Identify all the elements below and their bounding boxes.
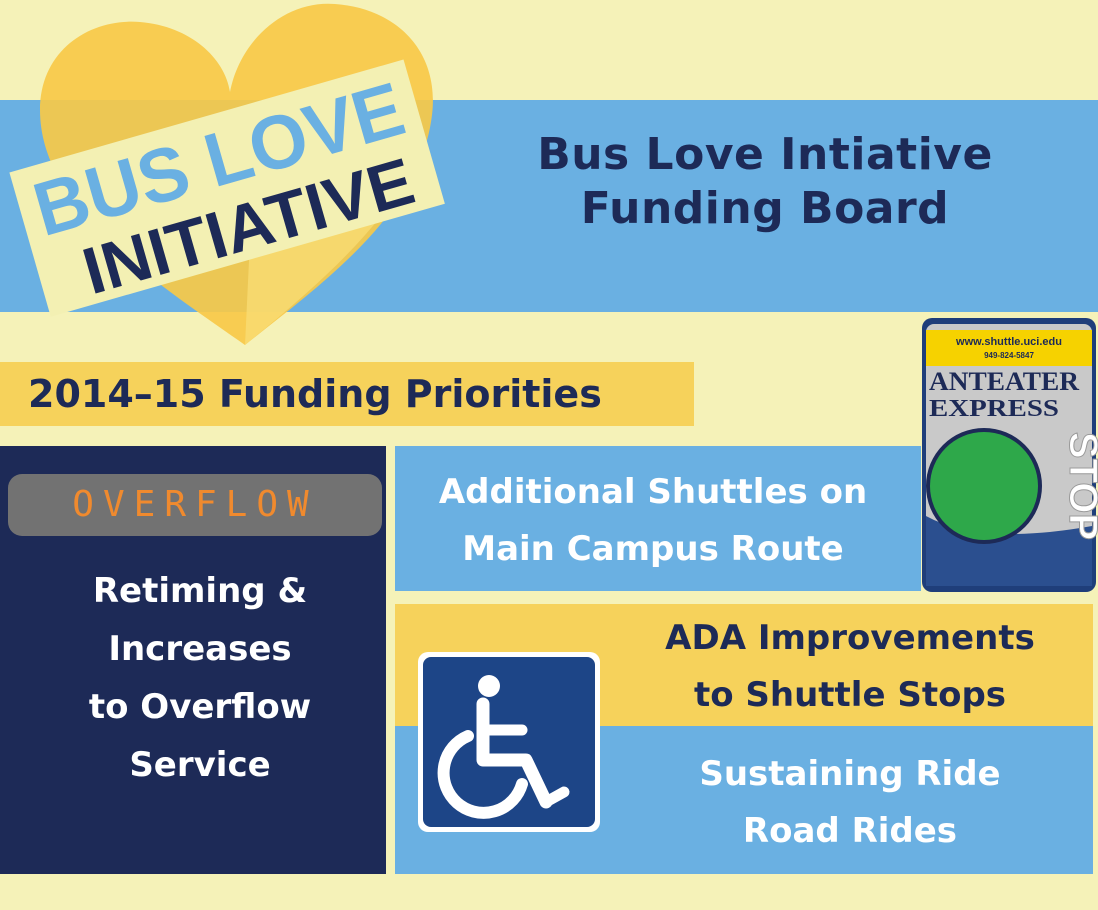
- ada-description: ADA Improvements to Shuttle Stops: [610, 610, 1090, 724]
- stop-sign-phone: 949-824-5847: [984, 351, 1034, 360]
- shuttles-description: Additional Shuttles on Main Campus Route: [398, 464, 908, 578]
- ride-description: Sustaining Ride Road Rides: [610, 746, 1090, 860]
- title-line1: Bus Love Intiative: [537, 129, 993, 180]
- overflow-line: to Overflow: [88, 687, 312, 727]
- anteater-express-stop-sign: www.shuttle.uci.edu 949-824-5847 ANTEATE…: [922, 318, 1098, 592]
- title-line2: Funding Board: [580, 183, 950, 234]
- shuttles-line: Main Campus Route: [462, 529, 844, 569]
- shuttles-line: Additional Shuttles on: [438, 472, 868, 512]
- priorities-banner: 2014–15 Funding Priorities: [0, 362, 694, 426]
- overflow-line: Retiming &: [92, 571, 308, 611]
- overflow-description: Retiming & Increases to Overflow Service: [0, 562, 400, 794]
- stop-sign-brand: ANTEATER: [929, 367, 1079, 396]
- ada-line: ADA Improvements: [665, 618, 1035, 658]
- priorities-heading: 2014–15 Funding Priorities: [28, 372, 602, 416]
- ride-line: Sustaining Ride: [699, 754, 1001, 794]
- stop-sign-url: www.shuttle.uci.edu: [955, 336, 1062, 348]
- overflow-badge-label: OVERFLOW: [72, 484, 318, 525]
- stop-sign-brand: EXPRESS: [929, 396, 1059, 422]
- overflow-line: Service: [129, 745, 271, 785]
- page-title: Bus Love Intiative Funding Board: [455, 128, 1075, 236]
- ride-line: Road Rides: [742, 811, 958, 851]
- overflow-badge: OVERFLOW: [8, 474, 382, 536]
- bus-love-logo: BUS LOVE INITIATIVE: [9, 3, 445, 346]
- ada-line: to Shuttle Stops: [693, 675, 1007, 715]
- wheelchair-icon: [418, 652, 600, 832]
- overflow-line: Increases: [108, 629, 292, 669]
- stop-sign-text: STOP: [1061, 432, 1098, 540]
